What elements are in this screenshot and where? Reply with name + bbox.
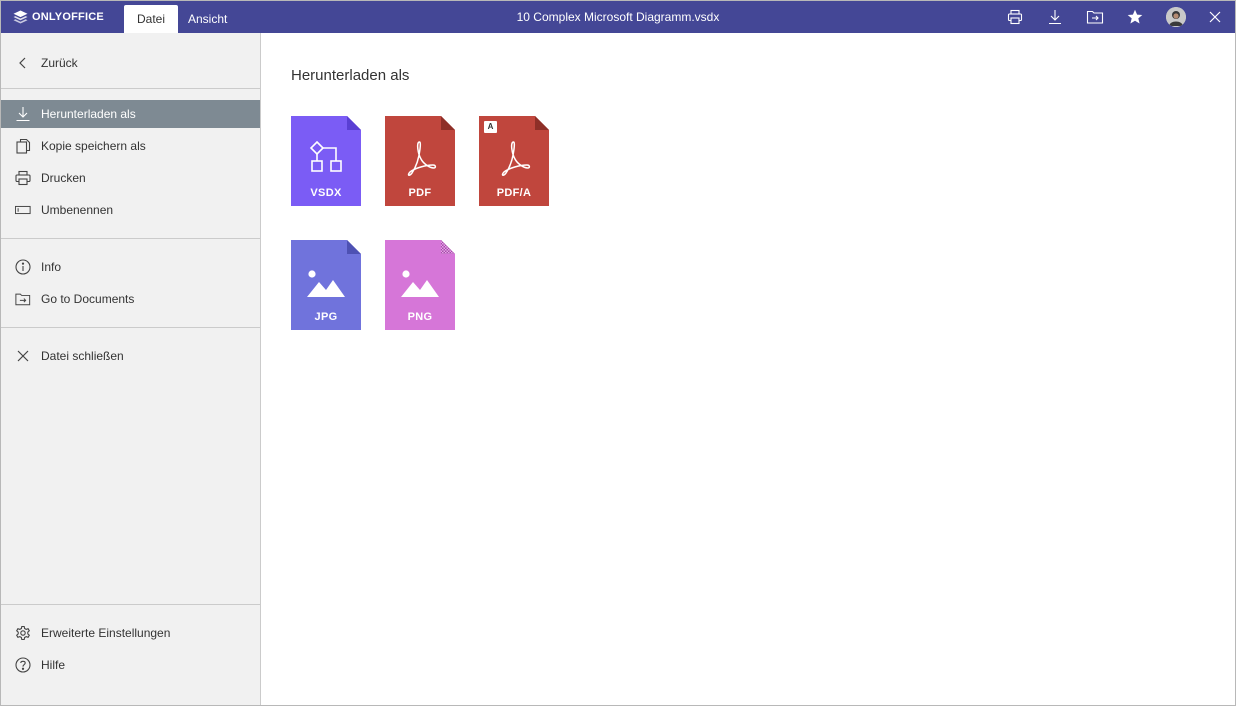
rename-icon xyxy=(15,202,31,218)
format-label: JPG xyxy=(314,311,338,323)
printer-icon xyxy=(1007,9,1023,25)
divider xyxy=(1,238,260,239)
chevron-left-icon xyxy=(15,55,31,71)
menu-item-label: Erweiterte Einstellungen xyxy=(41,626,171,640)
brand-name: ONLYOFFICE xyxy=(32,11,104,23)
divider xyxy=(1,604,260,605)
menu-item-save-copy-as[interactable]: Kopie speichern als xyxy=(1,132,260,160)
page-title: Herunterladen als xyxy=(291,67,410,84)
menu-item-label: Kopie speichern als xyxy=(41,139,146,153)
menu-item-download-as[interactable]: Herunterladen als xyxy=(1,100,260,128)
menu-item-print[interactable]: Drucken xyxy=(1,164,260,192)
back-label: Zurück xyxy=(41,56,78,70)
favorite-button[interactable] xyxy=(1125,7,1145,27)
help-icon xyxy=(15,657,31,673)
download-button[interactable] xyxy=(1045,7,1065,27)
menu-item-label: Hilfe xyxy=(41,658,66,672)
user-avatar xyxy=(1166,7,1186,27)
menu-item-close-file[interactable]: Datei schließen xyxy=(1,342,260,370)
menu-item-go-to-documents[interactable]: Go to Documents xyxy=(1,285,260,313)
format-pdf-button[interactable]: PDF xyxy=(385,116,455,206)
format-pdfa-button[interactable]: A PDF/A xyxy=(479,116,549,206)
menu-item-help[interactable]: Hilfe xyxy=(1,651,260,679)
menu-item-label: Go to Documents xyxy=(41,292,135,306)
onlyoffice-logo: ONLYOFFICE xyxy=(13,10,104,24)
open-location-button[interactable] xyxy=(1085,7,1105,27)
menu-item-label: Drucken xyxy=(41,171,86,185)
file-menu-sidebar: Zurück Herunterladen als Kopie speichern… xyxy=(1,33,261,705)
pdfa-badge: A xyxy=(487,122,494,131)
format-vsdx-button[interactable]: VSDX xyxy=(291,116,361,206)
close-icon xyxy=(1209,11,1221,23)
folder-arrow-icon xyxy=(15,291,31,307)
divider xyxy=(1,88,260,89)
format-label: PNG xyxy=(407,311,433,323)
close-window-button[interactable] xyxy=(1205,7,1225,27)
menu-item-advanced-settings[interactable]: Erweiterte Einstellungen xyxy=(1,619,260,647)
user-avatar-button[interactable] xyxy=(1166,7,1186,27)
download-icon xyxy=(1049,10,1061,25)
menu-item-label: Datei schließen xyxy=(41,349,124,363)
print-button[interactable] xyxy=(1005,7,1025,27)
menu-item-label: Herunterladen als xyxy=(41,107,136,121)
layers-icon xyxy=(13,10,28,24)
format-label: PDF xyxy=(408,187,432,199)
format-label: PDF/A xyxy=(496,187,532,199)
close-icon xyxy=(15,348,31,364)
download-icon xyxy=(15,106,31,122)
divider xyxy=(1,327,260,328)
back-button[interactable]: Zurück xyxy=(1,49,260,77)
tab-ansicht[interactable]: Ansicht xyxy=(175,5,240,33)
open-location-icon xyxy=(1086,10,1104,24)
format-label: VSDX xyxy=(310,187,342,199)
gear-icon xyxy=(15,625,31,641)
menu-item-label: Info xyxy=(41,260,62,274)
format-jpg-button[interactable]: JPG xyxy=(291,240,361,330)
menu-item-info[interactable]: Info xyxy=(1,253,260,281)
title-bar: ONLYOFFICE Datei Ansicht 10 Complex Micr… xyxy=(1,1,1235,33)
menu-item-label: Umbenennen xyxy=(41,203,114,217)
format-png-button[interactable]: PNG xyxy=(385,240,455,330)
printer-icon xyxy=(15,170,31,186)
info-icon xyxy=(15,259,31,275)
tab-datei[interactable]: Datei xyxy=(124,5,179,33)
menu-item-rename[interactable]: Umbenennen xyxy=(1,196,260,224)
app-window: ONLYOFFICE Datei Ansicht 10 Complex Micr… xyxy=(0,0,1236,706)
favorite-star-icon xyxy=(1127,9,1143,24)
copy-icon xyxy=(15,138,31,154)
